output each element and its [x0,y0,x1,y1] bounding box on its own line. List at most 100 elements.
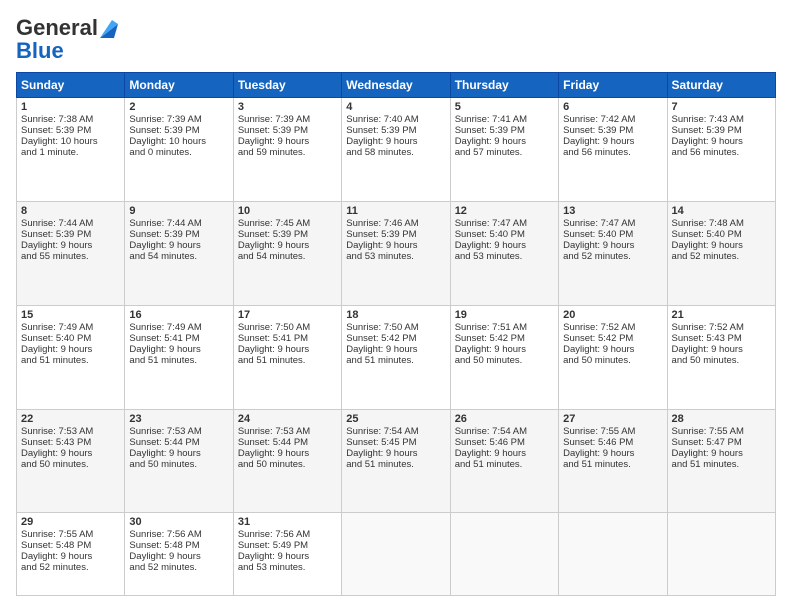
calendar-cell: 19Sunrise: 7:51 AMSunset: 5:42 PMDayligh… [450,305,558,409]
calendar-cell: 20Sunrise: 7:52 AMSunset: 5:42 PMDayligh… [559,305,667,409]
day-info: Sunrise: 7:42 AM [563,114,662,125]
day-number: 23 [129,413,228,425]
day-number: 30 [129,516,228,528]
calendar-body: 1Sunrise: 7:38 AMSunset: 5:39 PMDaylight… [17,98,776,596]
weekday-header-friday: Friday [559,73,667,98]
day-info: Sunrise: 7:40 AM [346,114,445,125]
day-number: 16 [129,309,228,321]
day-info: Sunset: 5:47 PM [672,437,771,448]
day-info: and 53 minutes. [238,562,337,573]
day-info: Daylight: 9 hours [21,344,120,355]
day-info: Sunrise: 7:53 AM [238,426,337,437]
calendar-table: SundayMondayTuesdayWednesdayThursdayFrid… [16,72,776,596]
day-info: Sunrise: 7:51 AM [455,322,554,333]
day-info: Daylight: 9 hours [238,240,337,251]
day-info: Daylight: 10 hours [21,136,120,147]
calendar-cell: 12Sunrise: 7:47 AMSunset: 5:40 PMDayligh… [450,201,558,305]
calendar-cell: 8Sunrise: 7:44 AMSunset: 5:39 PMDaylight… [17,201,125,305]
day-info: and 56 minutes. [563,147,662,158]
calendar-cell: 14Sunrise: 7:48 AMSunset: 5:40 PMDayligh… [667,201,775,305]
day-number: 5 [455,101,554,113]
day-info: Sunset: 5:39 PM [238,125,337,136]
day-info: Sunset: 5:39 PM [129,125,228,136]
day-info: Sunrise: 7:52 AM [672,322,771,333]
day-number: 2 [129,101,228,113]
day-info: Sunrise: 7:53 AM [129,426,228,437]
day-info: Daylight: 9 hours [129,344,228,355]
day-info: Sunset: 5:42 PM [563,333,662,344]
logo: General Blue [16,16,118,62]
day-info: and 53 minutes. [455,251,554,262]
day-number: 11 [346,205,445,217]
day-info: Daylight: 9 hours [238,551,337,562]
day-info: and 52 minutes. [672,251,771,262]
day-info: Sunrise: 7:41 AM [455,114,554,125]
calendar-cell [342,513,450,596]
day-info: and 56 minutes. [672,147,771,158]
calendar-cell: 30Sunrise: 7:56 AMSunset: 5:48 PMDayligh… [125,513,233,596]
day-info: Sunrise: 7:48 AM [672,218,771,229]
day-info: and 50 minutes. [672,355,771,366]
calendar-cell: 7Sunrise: 7:43 AMSunset: 5:39 PMDaylight… [667,98,775,202]
calendar-cell [559,513,667,596]
day-info: Sunrise: 7:53 AM [21,426,120,437]
day-info: Daylight: 9 hours [238,136,337,147]
calendar-cell [667,513,775,596]
day-number: 7 [672,101,771,113]
day-number: 22 [21,413,120,425]
day-info: Sunset: 5:40 PM [21,333,120,344]
header: General Blue [16,16,776,62]
calendar-cell: 22Sunrise: 7:53 AMSunset: 5:43 PMDayligh… [17,409,125,513]
calendar-cell: 25Sunrise: 7:54 AMSunset: 5:45 PMDayligh… [342,409,450,513]
day-info: Sunset: 5:39 PM [455,125,554,136]
day-info: Sunrise: 7:46 AM [346,218,445,229]
calendar-cell: 16Sunrise: 7:49 AMSunset: 5:41 PMDayligh… [125,305,233,409]
calendar-cell: 1Sunrise: 7:38 AMSunset: 5:39 PMDaylight… [17,98,125,202]
day-info: Sunrise: 7:55 AM [672,426,771,437]
weekday-header-monday: Monday [125,73,233,98]
day-info: and 51 minutes. [672,459,771,470]
day-number: 20 [563,309,662,321]
weekday-header-wednesday: Wednesday [342,73,450,98]
day-info: and 54 minutes. [129,251,228,262]
calendar-cell: 5Sunrise: 7:41 AMSunset: 5:39 PMDaylight… [450,98,558,202]
day-info: Sunset: 5:40 PM [455,229,554,240]
day-info: Sunset: 5:48 PM [21,540,120,551]
day-number: 28 [672,413,771,425]
day-info: Sunrise: 7:56 AM [238,529,337,540]
day-info: and 59 minutes. [238,147,337,158]
day-info: and 51 minutes. [346,355,445,366]
day-info: and 58 minutes. [346,147,445,158]
day-info: Sunset: 5:46 PM [563,437,662,448]
day-info: Sunset: 5:39 PM [21,125,120,136]
day-info: Sunset: 5:39 PM [21,229,120,240]
calendar-cell: 13Sunrise: 7:47 AMSunset: 5:40 PMDayligh… [559,201,667,305]
day-info: Sunrise: 7:56 AM [129,529,228,540]
calendar-cell: 11Sunrise: 7:46 AMSunset: 5:39 PMDayligh… [342,201,450,305]
day-info: and 51 minutes. [129,355,228,366]
day-number: 4 [346,101,445,113]
day-info: and 52 minutes. [21,562,120,573]
day-number: 18 [346,309,445,321]
day-number: 1 [21,101,120,113]
day-info: Sunrise: 7:54 AM [346,426,445,437]
day-info: Sunrise: 7:49 AM [21,322,120,333]
day-info: Sunset: 5:41 PM [238,333,337,344]
day-info: and 50 minutes. [455,355,554,366]
calendar-cell: 2Sunrise: 7:39 AMSunset: 5:39 PMDaylight… [125,98,233,202]
calendar-cell: 10Sunrise: 7:45 AMSunset: 5:39 PMDayligh… [233,201,341,305]
day-info: Sunrise: 7:39 AM [238,114,337,125]
day-number: 14 [672,205,771,217]
day-info: Sunset: 5:48 PM [129,540,228,551]
calendar-cell: 23Sunrise: 7:53 AMSunset: 5:44 PMDayligh… [125,409,233,513]
day-info: Sunset: 5:46 PM [455,437,554,448]
calendar-cell: 15Sunrise: 7:49 AMSunset: 5:40 PMDayligh… [17,305,125,409]
day-number: 10 [238,205,337,217]
logo-general: General [16,15,98,40]
calendar-cell: 17Sunrise: 7:50 AMSunset: 5:41 PMDayligh… [233,305,341,409]
day-info: and 50 minutes. [129,459,228,470]
day-info: Sunset: 5:42 PM [455,333,554,344]
day-info: Sunrise: 7:43 AM [672,114,771,125]
day-info: Daylight: 9 hours [238,344,337,355]
day-number: 12 [455,205,554,217]
